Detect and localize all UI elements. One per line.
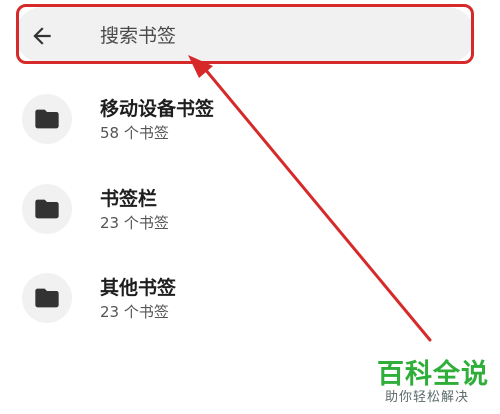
watermark-subtitle: 助你轻松解决 bbox=[385, 390, 470, 405]
folder-count: 58 个书签 bbox=[100, 124, 169, 142]
folder-title: 书签栏 bbox=[100, 188, 158, 210]
folder-count: 23 个书签 bbox=[100, 303, 169, 321]
folder-item-mobile-bookmarks[interactable]: 移动设备书签 58 个书签 bbox=[0, 94, 500, 174]
folder-icon bbox=[22, 94, 72, 144]
folder-count: 23 个书签 bbox=[100, 214, 169, 232]
folder-icon bbox=[22, 184, 72, 234]
folder-title: 其他书签 bbox=[100, 277, 177, 299]
folder-title: 移动设备书签 bbox=[100, 98, 215, 120]
folder-item-other-bookmarks[interactable]: 其他书签 23 个书签 bbox=[0, 273, 500, 353]
folder-icon bbox=[22, 273, 72, 323]
search-input[interactable] bbox=[92, 16, 448, 56]
back-button[interactable] bbox=[26, 20, 58, 52]
arrow-left-icon bbox=[33, 27, 51, 45]
folder-item-bookmarks-bar[interactable]: 书签栏 23 个书签 bbox=[0, 184, 500, 264]
